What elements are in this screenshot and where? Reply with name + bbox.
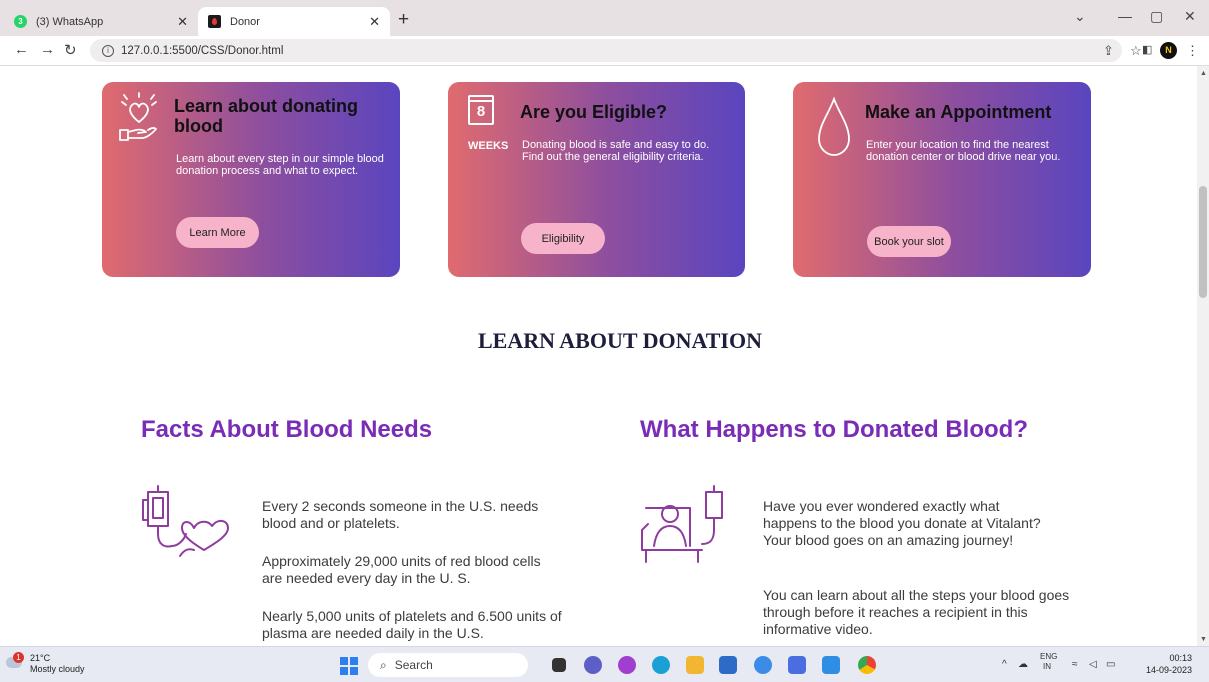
- calendar-number: 8: [476, 103, 486, 120]
- volume-icon[interactable]: ◁: [1089, 659, 1097, 670]
- chrome-icon[interactable]: [858, 656, 876, 674]
- section-title: LEARN ABOUT DONATION: [477, 328, 762, 353]
- bookmark-star-icon[interactable]: ☆: [1130, 43, 1142, 59]
- browser-tabstrip: 3 (3) WhatsApp ✕ Donor ✕ + ⌄ — ▢ ✕: [0, 0, 1209, 36]
- search-icon: ⌕: [380, 657, 387, 672]
- taskbar-clock[interactable]: 00:13 14-09-2023: [1146, 652, 1192, 676]
- eligibility-button[interactable]: Eligibility: [521, 223, 605, 254]
- donation-paragraph: Have you ever wondered exactly what happ…: [763, 498, 1041, 548]
- browser-toolbar: ← → ↻ i 127.0.0.1:5500/CSS/Donor.html ⇪ …: [0, 36, 1209, 65]
- side-panel-icon[interactable]: ◧: [1142, 43, 1152, 56]
- weather-widget[interactable]: 21°C Mostly cloudy: [30, 653, 85, 675]
- app-icon[interactable]: [788, 656, 806, 674]
- fact-paragraph: Every 2 seconds someone in the U.S. need…: [262, 498, 539, 531]
- forward-icon[interactable]: →: [40, 41, 55, 58]
- scroll-down-arrow-icon[interactable]: ▼: [1200, 636, 1207, 643]
- tab-label: Donor: [230, 15, 260, 28]
- close-window-icon[interactable]: ✕: [1184, 8, 1196, 25]
- profile-avatar[interactable]: N: [1160, 42, 1177, 59]
- card-description: Learn about every step in our simple blo…: [176, 153, 384, 177]
- windows-start-icon[interactable]: [340, 657, 358, 675]
- learn-more-button[interactable]: Learn More: [176, 217, 259, 248]
- clock-time: 00:13: [1169, 653, 1193, 663]
- wifi-icon[interactable]: ≈: [1072, 659, 1078, 670]
- weather-temp: 21°C: [30, 653, 51, 663]
- scrollbar-thumb[interactable]: [1199, 186, 1207, 298]
- card-description: Donating blood is safe and easy to do. F…: [522, 139, 710, 163]
- page-viewport: Learn about donating blood Learn about e…: [0, 66, 1197, 646]
- weather-desc: Mostly cloudy: [30, 664, 85, 674]
- tab-donor[interactable]: Donor ✕: [198, 7, 390, 36]
- back-icon[interactable]: ←: [14, 41, 29, 58]
- lang-line: IN: [1043, 662, 1051, 671]
- edge-icon[interactable]: [652, 656, 670, 674]
- search-placeholder: Search: [394, 658, 433, 672]
- reload-icon[interactable]: ↻: [64, 41, 77, 59]
- card-appointment: Make an Appointment Enter your location …: [793, 82, 1091, 277]
- tab-label: (3) WhatsApp: [36, 15, 104, 28]
- maximize-icon[interactable]: ▢: [1150, 8, 1163, 25]
- minimize-icon[interactable]: —: [1118, 8, 1132, 24]
- clock-date: 14-09-2023: [1146, 665, 1193, 675]
- store-icon[interactable]: [719, 656, 737, 674]
- language-indicator[interactable]: ENG IN: [1040, 652, 1057, 672]
- calendar-caption: WEEKS: [468, 140, 509, 152]
- card-learn-donating: Learn about donating blood Learn about e…: [102, 82, 400, 277]
- card-title: Are you Eligible?: [520, 102, 668, 122]
- facts-heading: Facts About Blood Needs: [141, 416, 433, 443]
- share-icon[interactable]: ⇪: [1103, 43, 1114, 59]
- donor-favicon-icon: [208, 15, 221, 28]
- page-scrollbar[interactable]: ▲ ▼: [1197, 66, 1209, 646]
- card-description: Enter your location to find the nearest …: [866, 139, 1061, 163]
- menu-kebab-icon[interactable]: ⋮: [1186, 43, 1199, 59]
- patient-transfusion-icon: [641, 485, 723, 563]
- calendar-8-weeks-icon: 8: [468, 95, 494, 125]
- battery-icon[interactable]: ▭: [1106, 659, 1115, 670]
- lang-line: ENG: [1040, 652, 1058, 661]
- tab-whatsapp[interactable]: 3 (3) WhatsApp ✕: [6, 7, 198, 36]
- scroll-up-arrow-icon[interactable]: ▲: [1200, 70, 1207, 77]
- browser-app-icon[interactable]: [618, 656, 636, 674]
- teams-chat-icon[interactable]: [584, 656, 602, 674]
- donation-paragraph: You can learn about all the steps your b…: [763, 587, 1070, 637]
- weather-badge: 1: [13, 652, 24, 663]
- new-tab-icon[interactable]: +: [398, 9, 409, 31]
- fact-paragraph: Approximately 29,000 units of red blood …: [262, 553, 541, 586]
- vscode-icon[interactable]: [822, 656, 840, 674]
- tab-search-chevron-icon[interactable]: ⌄: [1074, 8, 1086, 25]
- whatsapp-icon: 3: [14, 15, 27, 28]
- tray-app-icon[interactable]: ☁: [1018, 659, 1028, 670]
- blood-drop-icon: [818, 97, 850, 156]
- blood-bag-heart-icon: [142, 485, 229, 557]
- task-view-icon[interactable]: [552, 658, 566, 672]
- file-explorer-icon[interactable]: [686, 656, 704, 674]
- close-tab-icon[interactable]: ✕: [177, 14, 188, 30]
- app-icon[interactable]: [754, 656, 772, 674]
- hand-heart-icon: [119, 92, 157, 141]
- taskbar-search[interactable]: ⌕ Search: [368, 653, 528, 677]
- card-title: Make an Appointment: [865, 102, 1052, 122]
- card-eligibility: 8 WEEKS Are you Eligible? Donating blood…: [448, 82, 745, 277]
- url-text: 127.0.0.1:5500/CSS/Donor.html: [121, 44, 284, 57]
- fact-paragraph: Nearly 5,000 units of platelets and 6.50…: [262, 608, 562, 641]
- close-tab-icon[interactable]: ✕: [369, 14, 380, 30]
- address-bar[interactable]: i 127.0.0.1:5500/CSS/Donor.html: [90, 39, 1122, 62]
- tray-chevron-icon[interactable]: ^: [1002, 659, 1007, 670]
- site-info-icon[interactable]: i: [102, 44, 114, 57]
- donated-blood-heading: What Happens to Donated Blood?: [640, 416, 1028, 443]
- card-title: Learn about donating blood: [174, 96, 358, 136]
- book-slot-button[interactable]: Book your slot: [867, 226, 951, 257]
- windows-taskbar: 1 21°C Mostly cloudy ⌕ Search ^ ☁ ENG IN…: [0, 646, 1209, 682]
